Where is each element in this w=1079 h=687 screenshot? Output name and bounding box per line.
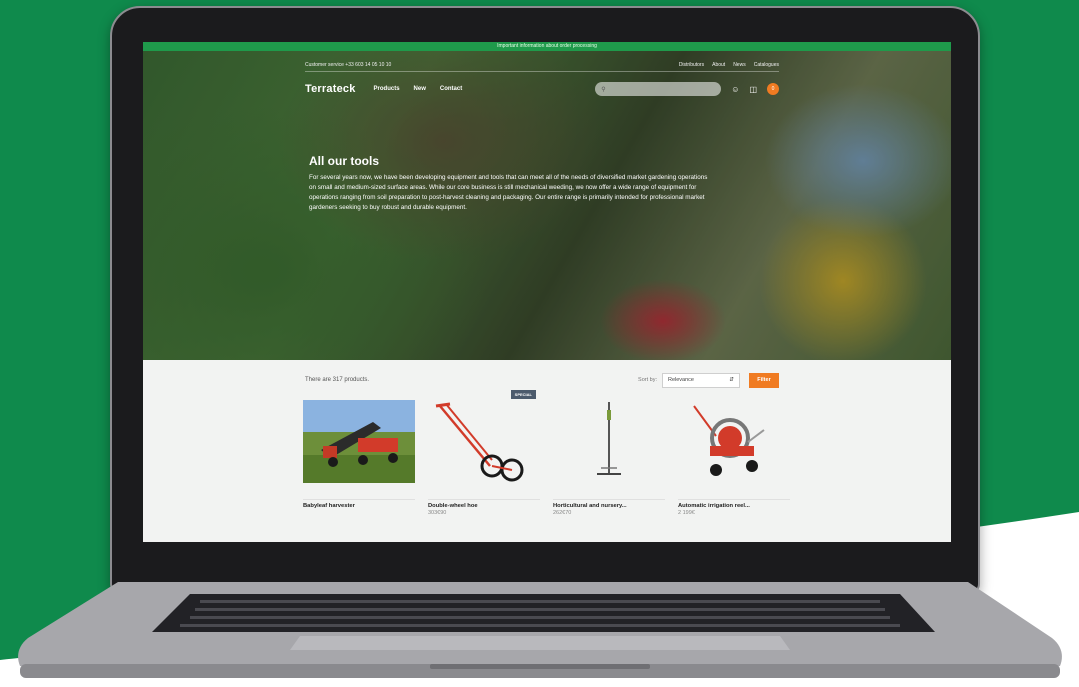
hoe-photo [435,402,524,482]
cart-count-badge[interactable]: 0 [767,83,779,95]
irrigation-reel-photo [693,405,765,476]
product-price: 2 199€ [678,510,695,516]
menu-item-contact[interactable]: Contact [440,86,462,92]
hero-text: All our tools For several years now, we … [309,154,709,213]
product-image-babyleaf-harvester[interactable] [303,400,415,483]
product-card[interactable]: Horticultural and nursery... 262€70 [553,400,665,516]
search-icon: ⚲ [601,86,606,93]
listing-header: There are 317 products. Sort by: Relevan… [305,371,779,389]
product-grid: Babyleaf harvester SPECIAL Double-wheel … [303,390,790,516]
laptop-screen: Important information about order proces… [143,42,951,542]
sort-select[interactable]: Relevance ⇵ [662,372,740,388]
product-card[interactable]: Babyleaf harvester [303,400,415,516]
site-logo[interactable]: Terrateck [305,83,356,95]
hero-description: For several years now, we have been deve… [309,174,708,211]
main-menu: Products New Contact [374,86,463,92]
special-badge: SPECIAL [510,390,536,399]
link-catalogues[interactable]: Catalogues [754,62,779,68]
product-price: 303€90 [428,510,447,516]
search-box[interactable]: ⚲ [595,82,722,96]
product-name[interactable]: Double-wheel hoe [428,499,540,509]
product-image-double-wheel-hoe[interactable]: SPECIAL [428,390,540,483]
hero-title: All our tools [309,154,379,168]
sort-group: Sort by: Relevance ⇵ Filter [638,372,779,388]
utility-links: Distributors About News Catalogues [679,62,779,68]
link-about[interactable]: About [712,62,725,68]
product-name[interactable]: Horticultural and nursery... [553,499,665,509]
filter-button[interactable]: Filter [749,372,779,388]
link-news[interactable]: News [733,62,746,68]
product-price: 262€70 [553,510,572,516]
product-card[interactable]: Automatic irrigation reel... 2 199€ [678,400,790,516]
announcement-bar[interactable]: Important information about order proces… [143,42,951,51]
menu-item-new[interactable]: New [414,86,426,92]
product-name[interactable]: Babyleaf harvester [303,499,415,509]
laptop-base [18,582,1062,678]
sort-label: Sort by: [638,377,657,383]
tool-photo [597,402,621,475]
nav-right: ⚲ ☺ ◫ 0 [595,82,779,96]
product-count: There are 317 products. [305,377,370,383]
harvester-photo [303,400,415,483]
user-icon[interactable]: ☺ [731,85,739,94]
utility-bar: Customer service +33 603 14 05 10 10 Dis… [305,58,779,72]
product-image-horticultural-tool[interactable] [553,400,665,483]
sort-value: Relevance [668,377,694,383]
product-image-irrigation-reel[interactable] [678,400,790,483]
cart-icon[interactable]: ◫ [749,85,757,94]
link-distributors[interactable]: Distributors [679,62,704,68]
menu-item-products[interactable]: Products [374,86,400,92]
product-name[interactable]: Automatic irrigation reel... [678,499,790,509]
search-input[interactable] [609,86,710,92]
product-card[interactable]: SPECIAL Double-wheel hoe 303€90 [428,390,540,516]
customer-service-text: Customer service +33 603 14 05 10 10 [305,61,392,68]
chevron-down-icon: ⇵ [729,377,734,383]
hero-banner: Customer service +33 603 14 05 10 10 Dis… [143,51,951,360]
main-nav: Terrateck Products New Contact ⚲ ☺ ◫ 0 [305,81,779,97]
